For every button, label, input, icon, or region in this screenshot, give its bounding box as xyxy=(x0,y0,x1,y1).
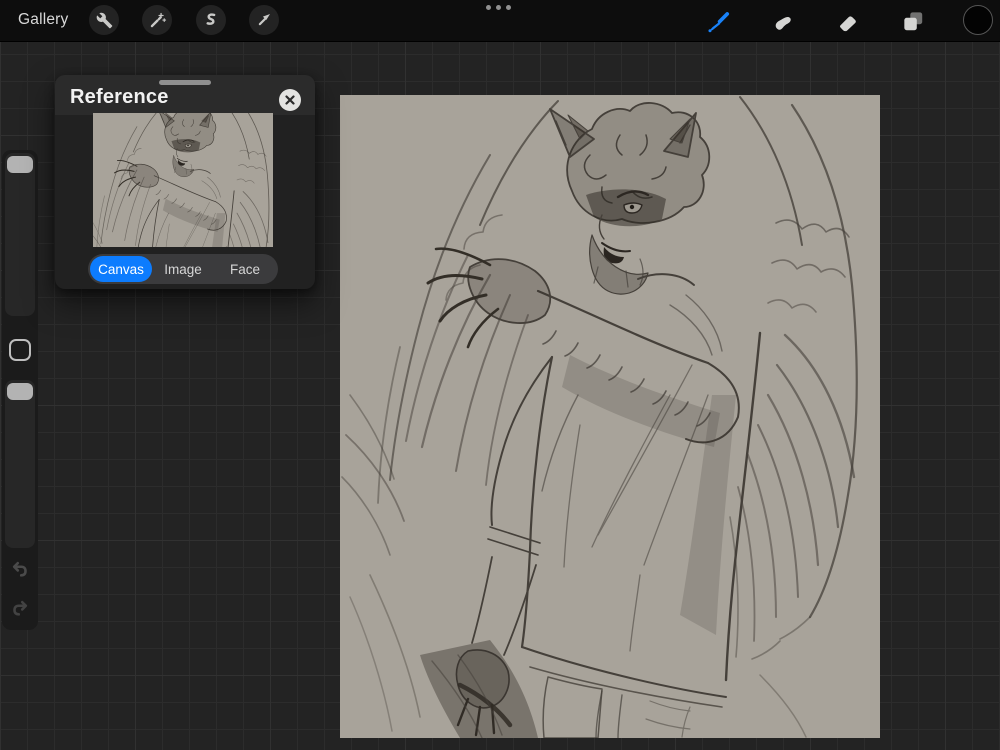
ellipsis-dot xyxy=(496,5,501,10)
reference-thumbnail-sketch xyxy=(93,113,273,247)
close-button[interactable] xyxy=(279,89,301,111)
close-x-icon xyxy=(285,95,295,105)
smudge-tool-button[interactable] xyxy=(769,7,797,35)
erase-tool-button[interactable] xyxy=(834,7,862,35)
reference-thumbnail[interactable] xyxy=(93,113,273,247)
transform-arrow-icon xyxy=(258,14,270,26)
eraser-icon xyxy=(839,16,856,32)
ellipsis-dot xyxy=(506,5,511,10)
brush-opacity-slider[interactable] xyxy=(5,380,35,548)
paintbrush-icon xyxy=(708,12,730,33)
modify-button[interactable] xyxy=(9,339,31,361)
tab-face[interactable]: Face xyxy=(214,256,276,282)
layers-button[interactable] xyxy=(899,7,927,35)
brush-size-handle[interactable] xyxy=(7,156,33,173)
smudge-finger-icon xyxy=(775,16,791,30)
drag-handle[interactable] xyxy=(159,80,211,85)
reference-panel[interactable]: Reference Canvas Image Face xyxy=(55,75,315,289)
redo-arrow-icon xyxy=(13,600,28,616)
top-toolbar: Gallery xyxy=(0,0,1000,42)
tab-canvas[interactable]: Canvas xyxy=(90,256,152,282)
reference-panel-title: Reference xyxy=(70,86,169,108)
reference-panel-header[interactable]: Reference xyxy=(55,75,315,115)
drawing-canvas[interactable] xyxy=(340,95,880,738)
canvas-menu-ellipsis[interactable] xyxy=(486,5,511,10)
layers-icon xyxy=(904,12,923,31)
adjustments-button[interactable] xyxy=(142,5,172,35)
undo-button[interactable] xyxy=(7,557,33,579)
ellipsis-dot xyxy=(486,5,491,10)
artwork-sketch xyxy=(340,95,880,738)
wrench-icon xyxy=(96,12,112,28)
color-swatch[interactable] xyxy=(963,5,993,35)
redo-button[interactable] xyxy=(7,596,33,618)
brush-opacity-handle[interactable] xyxy=(7,383,33,400)
gallery-button[interactable]: Gallery xyxy=(18,11,69,29)
selection-button[interactable] xyxy=(196,5,226,35)
reference-tabs: Canvas Image Face xyxy=(88,254,278,284)
actions-button[interactable] xyxy=(89,5,119,35)
selection-s-icon xyxy=(206,13,216,25)
tab-image[interactable]: Image xyxy=(152,256,214,282)
transform-button[interactable] xyxy=(249,5,279,35)
brush-tool-button[interactable] xyxy=(704,7,732,35)
magic-wand-icon xyxy=(150,12,166,27)
brush-size-slider[interactable] xyxy=(5,153,35,316)
brush-sidebar xyxy=(2,150,38,630)
undo-arrow-icon xyxy=(12,561,27,577)
